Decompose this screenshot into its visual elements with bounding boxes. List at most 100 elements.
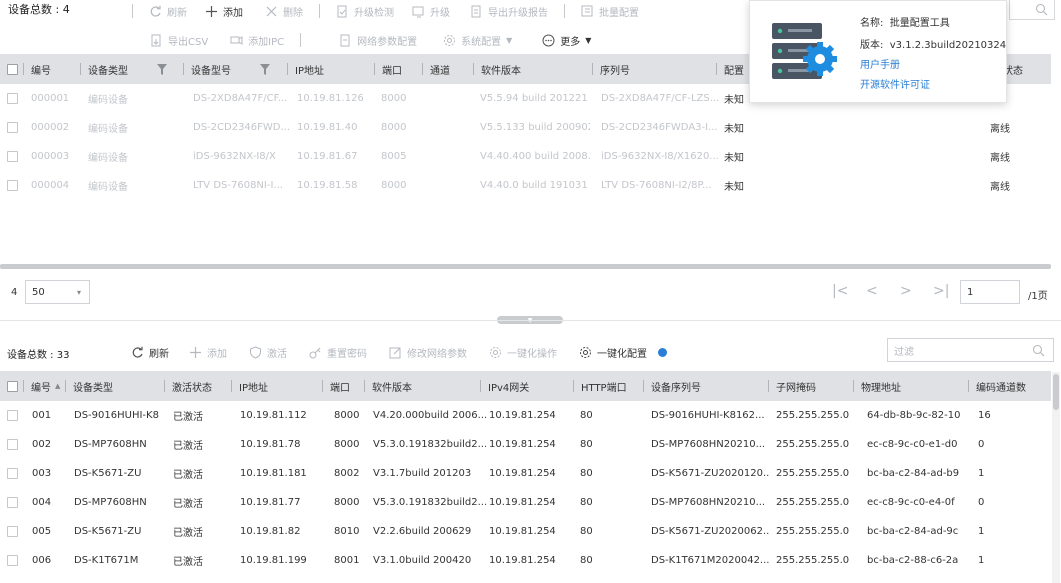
next-page-button[interactable]: > <box>900 283 912 299</box>
cell-version: V3.1.7build 201203 <box>373 468 472 479</box>
col-header[interactable]: 设备序列号 <box>643 371 701 401</box>
prev-page-button[interactable]: < <box>866 283 878 299</box>
col-header[interactable]: 设备类型 <box>65 371 113 401</box>
pager-total: 4 <box>11 287 18 298</box>
col-header[interactable]: 序列号 <box>592 54 630 84</box>
col-header[interactable]: 编号 <box>23 54 51 84</box>
upgrade-button[interactable]: 升级 <box>412 4 450 19</box>
cell-config: 未知 <box>724 182 744 193</box>
row-checkbox[interactable] <box>7 555 18 566</box>
unified-operation-label: 一键化操作 <box>507 348 557 360</box>
cell-channels: 16 <box>978 410 991 421</box>
table-row[interactable]: 002 DS-MP7608HN 已激活 10.19.81.78 8000 V5.3.0.1… <box>0 430 1051 459</box>
page-total-label: /1页 <box>1028 291 1048 302</box>
panel-divider <box>0 320 1061 321</box>
add-ipc-button[interactable]: 添加IPC <box>230 33 284 48</box>
top-search-input[interactable] <box>1009 0 1055 20</box>
select-all-checkbox[interactable] <box>7 63 18 75</box>
row-checkbox[interactable] <box>7 410 18 421</box>
unified-config-button[interactable]: 一键化配置 <box>579 345 667 360</box>
cell-serial: DS-K5671-ZU2020062... <box>651 526 770 537</box>
cell-gateway: 10.19.81.254 <box>489 497 556 508</box>
export-upgrade-report-button[interactable]: 导出升级报告 <box>470 4 548 19</box>
row-checkbox[interactable] <box>7 122 18 133</box>
table-row[interactable]: 005 DS-K5671-ZU 已激活 10.19.81.82 8010 V2.2.6bu… <box>0 517 1051 546</box>
table-row[interactable]: 004 DS-MP7608HN 已激活 10.19.81.77 8000 V5.3.0.1… <box>0 488 1051 517</box>
cell-http: 80 <box>580 439 593 450</box>
upgrade-label: 升级 <box>430 7 450 19</box>
cell-ip: 10.19.81.58 <box>297 180 358 191</box>
row-checkbox[interactable] <box>7 93 18 104</box>
user-manual-link[interactable]: 用户手册 <box>860 56 900 71</box>
col-header[interactable]: 设备型号 <box>183 54 231 84</box>
col-header[interactable]: 编码通道数 <box>968 371 1026 401</box>
system-config-dropdown[interactable]: 系统配置 ▼ <box>443 33 512 48</box>
col-header[interactable]: 激活状态 <box>164 371 212 401</box>
filter-input[interactable]: 过滤 <box>887 338 1054 362</box>
horizontal-scrollbar[interactable] <box>0 264 1051 269</box>
cell-id: 000004 <box>31 180 70 191</box>
page-size-select[interactable]: 50 ▾ <box>25 280 90 304</box>
filter-icon[interactable] <box>260 54 270 84</box>
row-checkbox[interactable] <box>7 468 18 479</box>
top-delete-button[interactable]: 删除 <box>265 4 303 19</box>
cell-config: 未知 <box>724 95 744 106</box>
col-header[interactable]: 端口 <box>374 54 402 84</box>
modify-network-button[interactable]: 修改网络参数 <box>389 345 467 360</box>
row-checkbox[interactable] <box>7 151 18 162</box>
activate-button[interactable]: 激活 <box>249 345 287 360</box>
cell-serial: DS-2CD2346FWDA3-I... <box>601 122 718 133</box>
col-header[interactable]: 编号 ▲ <box>23 371 60 401</box>
more-dropdown[interactable]: 更多 ▼ <box>542 33 591 48</box>
table-row[interactable]: 000002 编码设备 DS-2CD2346FWD... 10.19.81.40 800… <box>0 113 1051 142</box>
bottom-add-button[interactable]: 添加 <box>189 345 227 360</box>
export-upgrade-report-label: 导出升级报告 <box>488 7 548 19</box>
edit-icon <box>389 346 402 359</box>
unified-operation-button[interactable]: 一键化操作 <box>489 345 557 360</box>
top-add-button[interactable]: 添加 <box>205 4 243 19</box>
col-header[interactable]: 物理地址 <box>853 371 901 401</box>
vertical-scrollbar-thumb[interactable] <box>1053 374 1059 410</box>
col-header[interactable]: IPv4网关 <box>480 371 529 401</box>
col-header[interactable]: 子网掩码 <box>768 371 816 401</box>
bottom-device-count: 设备总数 : 33 <box>7 350 70 361</box>
col-header[interactable]: IP地址 <box>231 371 268 401</box>
cell-id: 000001 <box>31 93 70 104</box>
info-icon[interactable] <box>658 347 667 357</box>
col-header[interactable]: 端口 <box>322 371 350 401</box>
table-row[interactable]: 001 DS-9016HUHI-K8 已激活 10.19.81.112 8000 V4.2… <box>0 401 1051 430</box>
upgrade-check-button[interactable]: 升级检测 <box>336 4 394 19</box>
cell-gateway: 10.19.81.254 <box>489 468 556 479</box>
col-header[interactable]: 软件版本 <box>364 371 412 401</box>
col-header[interactable]: IP地址 <box>287 54 324 84</box>
license-link[interactable]: 开源软件许可证 <box>860 76 930 91</box>
table-row[interactable]: 003 DS-K5671-ZU 已激活 10.19.81.181 8002 V3.1.7b… <box>0 459 1051 488</box>
filter-icon[interactable] <box>157 54 167 84</box>
last-page-button[interactable]: >| <box>933 283 949 299</box>
first-page-button[interactable]: |< <box>832 283 848 299</box>
export-csv-button[interactable]: 导出CSV <box>150 33 208 48</box>
app-name-row: 名称: 批量配置工具 <box>860 18 950 29</box>
row-checkbox[interactable] <box>7 180 18 191</box>
reset-password-button[interactable]: 重置密码 <box>309 345 367 360</box>
bottom-refresh-button[interactable]: 刷新 <box>131 345 169 360</box>
batch-config-button[interactable]: 批量配置 <box>581 4 639 19</box>
select-all-checkbox[interactable] <box>7 380 18 392</box>
col-header[interactable]: HTTP端口 <box>573 371 627 401</box>
col-header[interactable]: 配置 <box>716 54 744 84</box>
cell-http: 80 <box>580 497 593 508</box>
top-refresh-button[interactable]: 刷新 <box>149 4 187 19</box>
col-header[interactable]: 软件版本 <box>473 54 521 84</box>
row-checkbox[interactable] <box>7 439 18 450</box>
page-number-input[interactable]: 1 <box>960 280 1020 304</box>
row-checkbox[interactable] <box>7 526 18 537</box>
row-checkbox[interactable] <box>7 497 18 508</box>
cell-serial: DS-9016HUHI-K8162... <box>651 410 765 421</box>
table-row[interactable]: 000003 编码设备 iDS-9632NX-I8/X 10.19.81.67 8005… <box>0 142 1051 171</box>
col-header[interactable]: 通道 <box>422 54 450 84</box>
network-params-button[interactable]: 网络参数配置 <box>339 33 417 48</box>
table-row[interactable]: 006 DS-K1T671M 已激活 10.19.81.199 8001 V3.1.0bu… <box>0 546 1051 575</box>
chevron-down-icon: ▾ <box>76 287 81 297</box>
table-row[interactable]: 000004 编码设备 LTV DS-7608NI-I... 10.19.81.58 8… <box>0 171 1051 200</box>
col-header[interactable]: 设备类型 <box>80 54 128 84</box>
